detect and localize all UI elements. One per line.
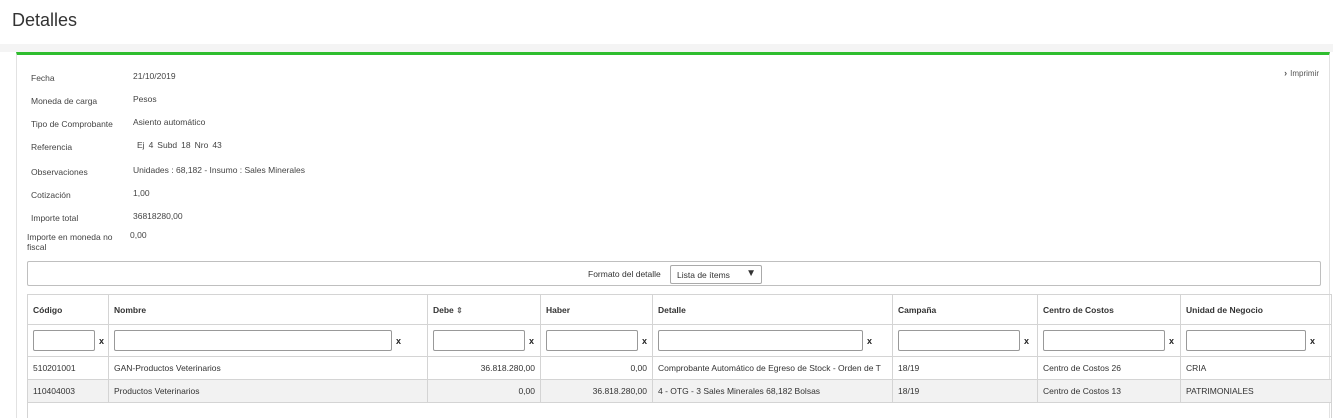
details-panel: › Imprimir Fecha 21/10/2019 Moneda de ca… [16,52,1332,418]
cell-codigo: 510201001 [27,356,109,380]
filter-nombre-input[interactable] [114,330,392,351]
cell-campana: 18/19 [892,356,1038,380]
fecha-label: Fecha [31,73,55,83]
empty-cell [27,402,1332,418]
clear-detalle-filter-icon[interactable]: x [867,336,872,346]
cell-detalle: Comprobante Automático de Egreso de Stoc… [652,356,893,380]
debe-header-label: Debe [433,304,454,315]
clear-centro-filter-icon[interactable]: x [1169,336,1174,346]
cell-codigo: 110404003 [27,379,109,403]
cell-unidad: CRIA [1180,356,1332,380]
clear-haber-filter-icon[interactable]: x [642,336,647,346]
importe-total-label: Importe total [31,213,79,223]
cell-debe: 0,00 [427,379,541,403]
nro-label: Nro [194,140,209,150]
cotizacion-label: Cotización [31,190,71,200]
col-header-haber[interactable]: Haber [540,294,653,325]
header-divider [0,44,1333,52]
clear-nombre-filter-icon[interactable]: x [396,336,401,346]
filter-row: x x x x x x x x [27,324,1332,357]
sort-icon[interactable]: ⇕ [456,306,463,315]
col-header-nombre[interactable]: Nombre [108,294,428,325]
clear-campana-filter-icon[interactable]: x [1024,336,1029,346]
filter-detalle-input[interactable] [658,330,863,351]
page-title: Detalles [12,10,78,30]
entries-table: Código Nombre Debe ⇕ Haber Detalle Campa… [27,294,1332,418]
tipo-label: Tipo de Comprobante [31,119,113,129]
referencia-label: Referencia [31,142,73,152]
print-label: Imprimir [1290,68,1319,78]
ej-value: 4 [148,140,154,150]
cell-debe: 36.818.280,00 [427,356,541,380]
moneda-label: Moneda de carga [31,96,98,106]
clear-debe-filter-icon[interactable]: x [529,336,534,346]
cell-nombre: GAN-Productos Veterinarios [108,356,428,380]
table-row[interactable]: 110404003 Productos Veterinarios 0,00 36… [27,379,1332,403]
format-bar: Formato del detalle Lista de ítems ▼ [27,261,1321,286]
tipo-value: Asiento automático [133,117,206,127]
cell-nombre: Productos Veterinarios [108,379,428,403]
filter-debe-input[interactable] [433,330,525,351]
ej-label: Ej [137,140,145,150]
col-header-centro[interactable]: Centro de Costos [1037,294,1181,325]
importe-no-fiscal-label-line1: Importe en moneda no [27,232,113,242]
filter-campana-input[interactable] [898,330,1020,351]
cell-campana: 18/19 [892,379,1038,403]
format-select[interactable]: Lista de ítems ▼ [670,265,762,284]
col-header-codigo[interactable]: Código [27,294,109,325]
filter-codigo-input[interactable] [33,330,95,351]
clear-unidad-filter-icon[interactable]: x [1310,336,1315,346]
subd-label: Subd [157,140,178,150]
cell-centro: Centro de Costos 26 [1037,356,1181,380]
subd-value: 18 [181,140,191,150]
format-selected-value: Lista de ítems [677,270,730,280]
table-row[interactable]: 510201001 GAN-Productos Veterinarios 36.… [27,356,1332,380]
importe-no-fiscal-value: 0,00 [130,230,147,240]
empty-row [27,402,1332,418]
observaciones-value: Unidades : 68,182 - Insumo : Sales Miner… [133,165,305,175]
cell-unidad: PATRIMONIALES [1180,379,1332,403]
moneda-value: Pesos [133,94,157,104]
filter-haber-input[interactable] [546,330,638,351]
filter-unidad-input[interactable] [1186,330,1306,351]
col-header-debe[interactable]: Debe ⇕ [427,294,541,325]
col-header-campana[interactable]: Campaña [892,294,1038,325]
cell-centro: Centro de Costos 13 [1037,379,1181,403]
nro-value: 43 [212,140,222,150]
cell-haber: 36.818.280,00 [540,379,653,403]
format-label: Formato del detalle [588,269,661,279]
referencia-value: Ej 4 Subd 18 Nro 43 [137,140,226,150]
importe-total-value: 36818280,00 [133,211,183,221]
importe-no-fiscal-label-line2: fiscal [27,242,47,252]
cotizacion-value: 1,00 [133,188,150,198]
importe-no-fiscal-label: Importe en moneda no fiscal [27,232,113,252]
observaciones-label: Observaciones [31,167,88,177]
fecha-value: 21/10/2019 [133,71,176,81]
filter-centro-input[interactable] [1043,330,1165,351]
caret-down-icon: ▼ [746,268,756,279]
print-link[interactable]: › Imprimir [1284,68,1319,78]
cell-detalle: 4 - OTG - 3 Sales Minerales 68,182 Bolsa… [652,379,893,403]
cell-haber: 0,00 [540,356,653,380]
clear-codigo-filter-icon[interactable]: x [99,336,104,346]
col-header-unidad[interactable]: Unidad de Negocio [1180,294,1332,325]
chevron-right-icon: › [1284,68,1288,78]
col-header-detalle[interactable]: Detalle [652,294,893,325]
